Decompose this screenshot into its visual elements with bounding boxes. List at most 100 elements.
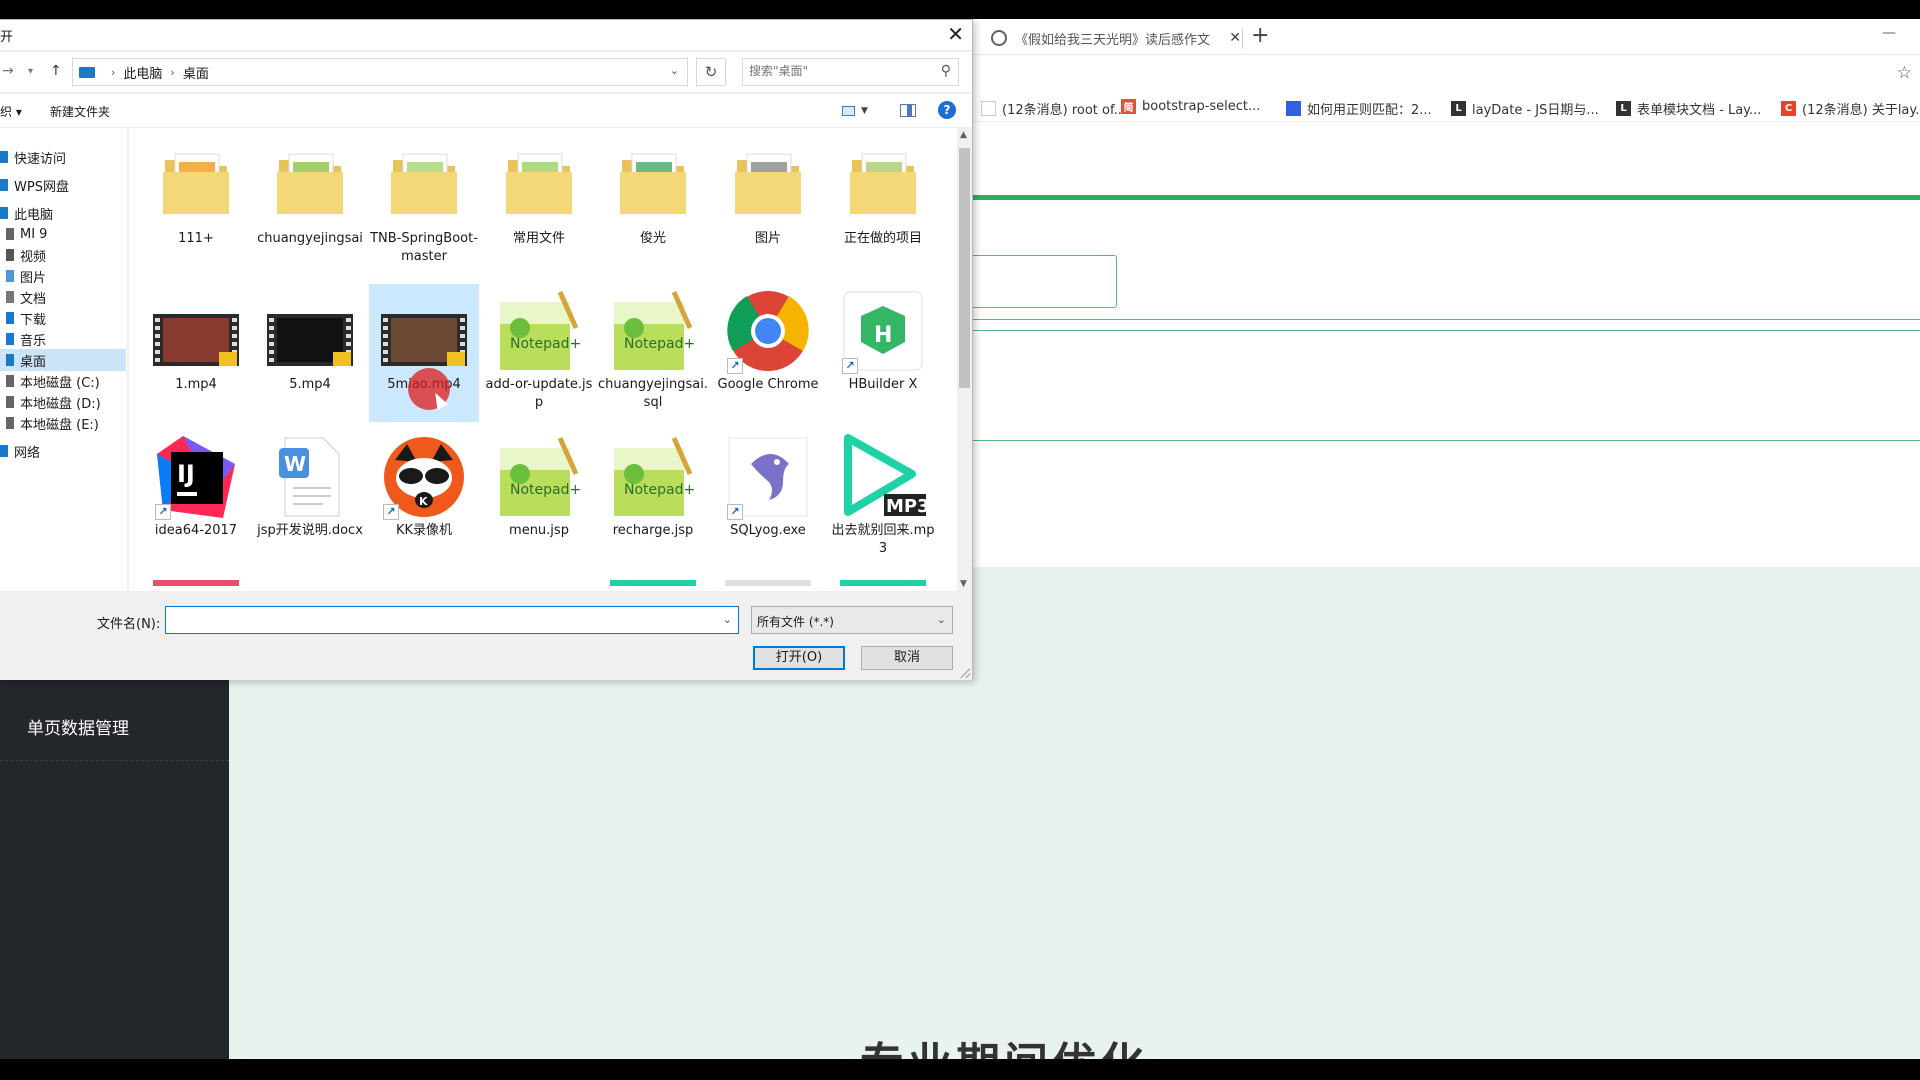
sidebar-item-single-page-data[interactable]: 单页数据管理	[27, 714, 129, 739]
bookmark-favicon-icon: L	[1451, 101, 1466, 116]
nav-item[interactable]: 下载	[0, 307, 126, 329]
bookmark-item[interactable]: 如何用正则匹配：2...	[1286, 99, 1432, 118]
recent-dropdown-icon[interactable]: ▾	[28, 66, 33, 77]
file-item-partial[interactable]	[610, 580, 696, 591]
nav-item[interactable]: 本地磁盘 (E:)	[0, 412, 126, 434]
nav-item[interactable]: 本地磁盘 (C:)	[0, 370, 126, 392]
svg-text:MP3: MP3	[886, 496, 926, 517]
file-item-partial[interactable]	[153, 580, 239, 591]
bookmark-star-icon[interactable]: ☆	[1897, 63, 1912, 83]
file-item[interactable]: 1.mp4	[141, 284, 251, 422]
view-options-button[interactable]: ▼	[842, 104, 872, 118]
svg-text:Notepad+: Notepad+	[624, 336, 695, 352]
nav-item-label: 本地磁盘 (D:)	[20, 396, 101, 412]
file-name: 111+	[178, 231, 214, 246]
file-item[interactable]: IJ ↗ idea64-2017	[141, 430, 251, 568]
open-button[interactable]: 打开(O)	[753, 646, 845, 670]
breadcrumb-desktop[interactable]: 桌面	[183, 63, 209, 82]
vertical-scrollbar[interactable]: ▲ ▼	[957, 128, 972, 591]
file-item[interactable]: Wjsp开发说明.docx	[255, 430, 365, 568]
chevron-down-icon[interactable]: ⌄	[670, 64, 679, 77]
bookmark-label: layDate - JS日期与...	[1472, 103, 1599, 118]
nav-item[interactable]: 网络	[0, 440, 126, 462]
breadcrumb[interactable]: › 此电脑 › 桌面 ⌄	[72, 58, 688, 86]
nav-item[interactable]: WPS网盘	[0, 174, 126, 196]
file-item-partial[interactable]	[725, 580, 811, 591]
shortcut-arrow-icon: ↗	[727, 504, 743, 520]
nav-item[interactable]: 文档	[0, 286, 126, 308]
nav-item[interactable]: 图片	[0, 265, 126, 287]
scroll-down-icon[interactable]: ▼	[960, 579, 967, 589]
filetype-select[interactable]: 所有文件 (*.*) ⌄	[751, 606, 953, 634]
filename-field[interactable]: ⌄	[165, 606, 739, 634]
file-item[interactable]: H ↗ HBuilder X	[828, 284, 938, 422]
search-icon[interactable]: ⚲	[941, 63, 951, 79]
bookmark-item[interactable]: L 表单模块文档 - Lay...	[1616, 99, 1761, 118]
file-list: 111+ chuangyejingsai TNB-SpringBoot-master…	[129, 128, 957, 591]
idea-icon: IJ ↗	[153, 434, 239, 520]
minimize-icon[interactable]: —	[1882, 25, 1896, 41]
filename-input[interactable]	[170, 611, 710, 629]
top-black-bar	[0, 0, 1920, 19]
file-item[interactable]: Notepad+ recharge.jsp	[598, 430, 708, 568]
search-field[interactable]: ⚲	[742, 58, 959, 86]
up-arrow-icon[interactable]: ↑	[50, 63, 62, 79]
search-input[interactable]	[749, 64, 929, 78]
nav-item[interactable]: 桌面	[0, 349, 126, 371]
nav-item-label: 本地磁盘 (E:)	[20, 417, 99, 433]
search-box[interactable]	[960, 255, 1117, 308]
new-folder-button[interactable]: 新建文件夹	[50, 103, 110, 120]
close-tab-icon[interactable]: ✕	[1229, 30, 1241, 46]
browser-tab[interactable]: 《假如给我三天光明》读后感作文 ✕	[991, 23, 1241, 53]
bookmark-item[interactable]: C (12条消息) 关于lay...	[1781, 99, 1920, 118]
organize-button[interactable]: 织 ▾	[0, 103, 22, 120]
file-item[interactable]: 常用文件	[484, 138, 594, 276]
forward-arrow-icon[interactable]: →	[2, 63, 14, 79]
svg-text:H: H	[874, 323, 892, 348]
nav-item-icon	[6, 375, 14, 387]
file-item[interactable]: TNB-SpringBoot-master	[369, 138, 479, 276]
bookmark-item[interactable]: 简 bootstrap-select...	[1121, 99, 1260, 114]
close-icon[interactable]: ✕	[947, 22, 964, 46]
file-item[interactable]: Notepad+ menu.jsp	[484, 430, 594, 568]
file-item[interactable]: ↗ Google Chrome	[713, 284, 823, 422]
file-item[interactable]: 正在做的项目	[828, 138, 938, 276]
refresh-button[interactable]: ↻	[696, 58, 726, 86]
bookmark-item[interactable]: LlayDate - JS日期与...	[1451, 99, 1599, 118]
folder-icon	[267, 142, 353, 228]
resize-grip-icon[interactable]	[960, 668, 970, 678]
file-item[interactable]: MP3 出去就别回来.mp3	[828, 430, 938, 568]
file-item[interactable]: Notepad+ chuangyejingsai.sql	[598, 284, 708, 422]
svg-text:K: K	[419, 495, 428, 508]
nav-item[interactable]: MI 9	[0, 223, 126, 245]
chevron-down-icon[interactable]: ⌄	[723, 613, 732, 626]
globe-icon	[991, 30, 1007, 46]
file-name: TNB-SpringBoot-master	[370, 231, 478, 264]
preview-pane-button[interactable]	[900, 104, 916, 117]
file-item-partial[interactable]	[840, 580, 926, 591]
computer-icon	[79, 66, 95, 78]
nav-item[interactable]: 视频	[0, 244, 126, 266]
file-item[interactable]: 俊光	[598, 138, 708, 276]
file-item[interactable]: 图片	[713, 138, 823, 276]
nav-item[interactable]: 本地磁盘 (D:)	[0, 391, 126, 413]
file-item[interactable]: K ↗ KK录像机	[369, 430, 479, 568]
breadcrumb-this-pc[interactable]: 此电脑	[123, 63, 162, 82]
file-item[interactable]: chuangyejingsai	[255, 138, 365, 276]
folder-icon	[725, 142, 811, 228]
nav-item-icon	[6, 396, 14, 408]
nav-item[interactable]: 快速访问	[0, 146, 126, 168]
new-tab-icon[interactable]: +	[1251, 23, 1269, 48]
file-item[interactable]: ↗ SQLyog.exe	[713, 430, 823, 568]
file-item[interactable]: 111+	[141, 138, 251, 276]
scroll-thumb[interactable]	[959, 148, 970, 388]
nav-item-label: 音乐	[20, 333, 47, 349]
file-item[interactable]: Notepad+ add-or-update.jsp	[484, 284, 594, 422]
help-icon[interactable]: ?	[938, 101, 956, 119]
file-item[interactable]: 5.mp4	[255, 284, 365, 422]
nav-item[interactable]: 音乐	[0, 328, 126, 350]
cancel-button[interactable]: 取消	[861, 646, 953, 670]
nav-item[interactable]: 此电脑	[0, 202, 126, 224]
bookmark-item[interactable]: (12条消息) root of...	[981, 99, 1126, 118]
scroll-up-icon[interactable]: ▲	[960, 130, 967, 140]
